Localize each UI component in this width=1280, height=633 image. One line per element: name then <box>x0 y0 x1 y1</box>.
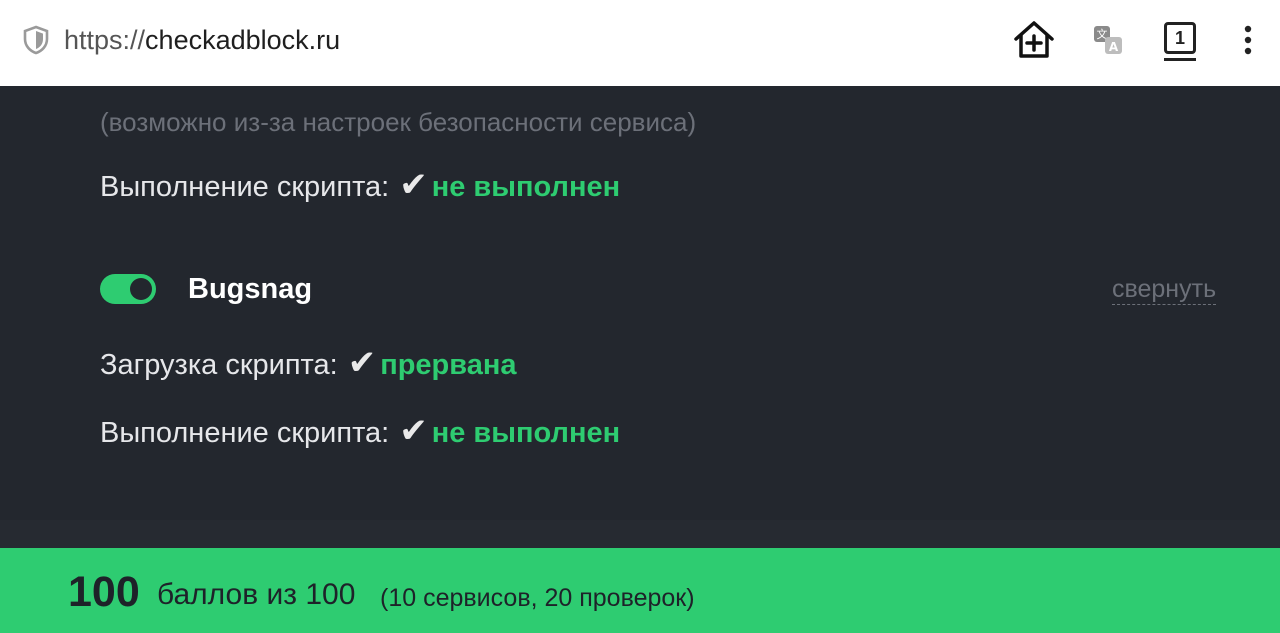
exec-label: Выполнение скрипта: <box>100 171 390 203</box>
next-section-edge <box>0 520 1280 548</box>
security-note: (возможно из-за настроек безопасности се… <box>100 107 697 137</box>
tab-switcher-button[interactable]: 1 <box>1160 20 1200 64</box>
tabs-underline <box>1164 58 1196 61</box>
svg-text:A: A <box>1109 40 1119 54</box>
translate-icon[interactable]: 文 A <box>1092 24 1124 56</box>
score-value: 100 <box>68 568 140 616</box>
exec-row: Выполнение скрипта: ✔ не выполнен <box>100 414 620 450</box>
score-text: баллов из 100 <box>157 578 356 611</box>
url-host: checkadblock.ru <box>145 25 341 55</box>
tab-count: 1 <box>1174 28 1185 48</box>
exec-status: не выполнен <box>431 171 621 203</box>
service-toggle[interactable] <box>100 274 156 304</box>
score-footer: 100 баллов из 100 (10 сервисов, 20 прове… <box>0 548 1280 633</box>
collapse-link[interactable]: свернуть <box>1112 274 1217 305</box>
load-status: прервана <box>380 349 517 381</box>
browser-toolbar: https://checkadblock.ru 文 A 1 <box>0 0 1280 86</box>
exec-status: не выполнен <box>431 417 621 449</box>
prev-exec-row: Выполнение скрипта: ✔ не выполнен <box>100 168 620 204</box>
url-scheme: https:// <box>64 25 146 55</box>
check-icon: ✔ <box>399 166 428 204</box>
check-results: (возможно из-за настроек безопасности се… <box>0 86 1280 520</box>
check-icon: ✔ <box>399 412 428 450</box>
toggle-knob <box>130 278 152 300</box>
more-vert-icon[interactable] <box>1236 22 1260 62</box>
shield-icon[interactable] <box>22 25 50 55</box>
load-row: Загрузка скрипта: ✔ прервана <box>100 346 517 382</box>
check-icon: ✔ <box>347 344 377 382</box>
url-bar[interactable]: https://checkadblock.ru <box>64 24 340 56</box>
score-detail: (10 сервисов, 20 проверок) <box>380 584 695 612</box>
exec-label: Выполнение скрипта: <box>100 417 390 449</box>
service-name: Bugsnag <box>188 273 313 305</box>
home-add-icon[interactable] <box>1012 18 1056 62</box>
load-label: Загрузка скрипта: <box>100 349 338 381</box>
